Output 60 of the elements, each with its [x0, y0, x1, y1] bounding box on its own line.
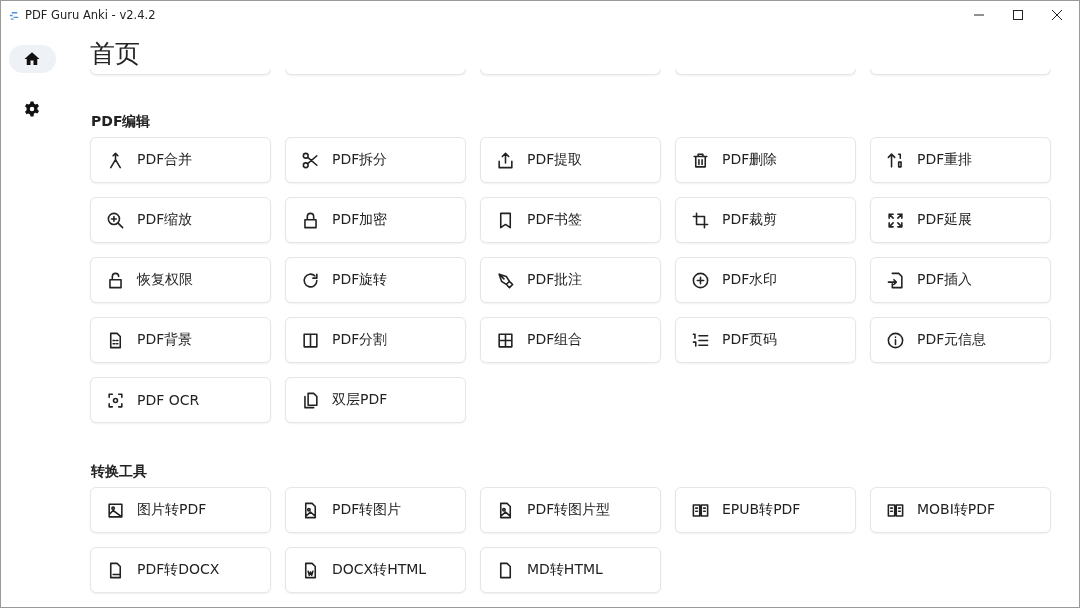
- tool-button[interactable]: PDF转图片型: [480, 487, 661, 533]
- lock-icon: [301, 210, 320, 230]
- home-nav-button[interactable]: [8, 45, 56, 73]
- columns-icon: [301, 330, 320, 350]
- tool-button[interactable]: PDF书签: [480, 197, 661, 243]
- tool-button[interactable]: PDF裁剪: [675, 197, 856, 243]
- tool-button[interactable]: PDF重排: [870, 137, 1051, 183]
- tool-button[interactable]: MOBI转PDF: [870, 487, 1051, 533]
- section-title: 转换工具: [91, 462, 148, 480]
- tool-button[interactable]: PDF加密: [285, 197, 466, 243]
- tool-button[interactable]: 双层PDF: [285, 377, 466, 423]
- image-icon: [106, 500, 125, 520]
- tool-button[interactable]: PDF延展: [870, 197, 1051, 243]
- expand-icon: [886, 210, 905, 230]
- tool-button[interactable]: PDF提取: [480, 137, 661, 183]
- tool-button[interactable]: MD转HTML: [480, 547, 661, 593]
- tool-button[interactable]: PDF合并: [90, 137, 271, 183]
- tool-button[interactable]: PDF分割: [285, 317, 466, 363]
- copy-pages-icon: [301, 390, 320, 410]
- pen-icon: [496, 270, 515, 290]
- trash-icon: [691, 150, 710, 170]
- crop-icon: [691, 210, 710, 230]
- page-title: 首页: [90, 39, 141, 69]
- tool-button[interactable]: PDF批注: [480, 257, 661, 303]
- close-icon[interactable]: [1052, 10, 1062, 20]
- grid-icon: [496, 330, 515, 350]
- tool-button[interactable]: PDF转DOCX: [90, 547, 271, 593]
- zoom-in-icon: [106, 210, 125, 230]
- unlock-icon: [106, 270, 125, 290]
- home-icon: [23, 50, 41, 68]
- maximize-icon[interactable]: [1013, 10, 1023, 20]
- tool-button[interactable]: PDF删除: [675, 137, 856, 183]
- tool-button[interactable]: PDF组合: [480, 317, 661, 363]
- tool-button[interactable]: PDF插入: [870, 257, 1051, 303]
- tool-button[interactable]: PDF转图片: [285, 487, 466, 533]
- rotate-icon: [301, 270, 320, 290]
- tool-button[interactable]: 恢复权限: [90, 257, 271, 303]
- tool-button[interactable]: PDF水印: [675, 257, 856, 303]
- scan-icon: [106, 390, 125, 410]
- info-icon: [886, 330, 905, 350]
- upload-icon: [496, 150, 515, 170]
- scissors-icon: [301, 150, 320, 170]
- file-import-icon: [886, 270, 905, 290]
- tool-button[interactable]: PDF元信息: [870, 317, 1051, 363]
- tool-button[interactable]: DOCX转HTML: [285, 547, 466, 593]
- sort-icon: [886, 150, 905, 170]
- plus-badge-icon: [691, 270, 710, 290]
- section-title: PDF编辑: [91, 112, 152, 130]
- tool-button[interactable]: PDF拆分: [285, 137, 466, 183]
- tool-button[interactable]: EPUB转PDF: [675, 487, 856, 533]
- tool-button[interactable]: PDF OCR: [90, 377, 271, 423]
- tool-button[interactable]: PDF旋转: [285, 257, 466, 303]
- tool-button[interactable]: PDF背景: [90, 317, 271, 363]
- tool-button[interactable]: PDF页码: [675, 317, 856, 363]
- window-title: PDF Guru Anki - v2.4.2: [25, 8, 156, 22]
- app-logo-icon: [9, 9, 20, 21]
- numbered-list-icon: [691, 330, 710, 350]
- tool-button[interactable]: PDF缩放: [90, 197, 271, 243]
- tool-button[interactable]: 图片转PDF: [90, 487, 271, 533]
- settings-icon: [23, 100, 41, 118]
